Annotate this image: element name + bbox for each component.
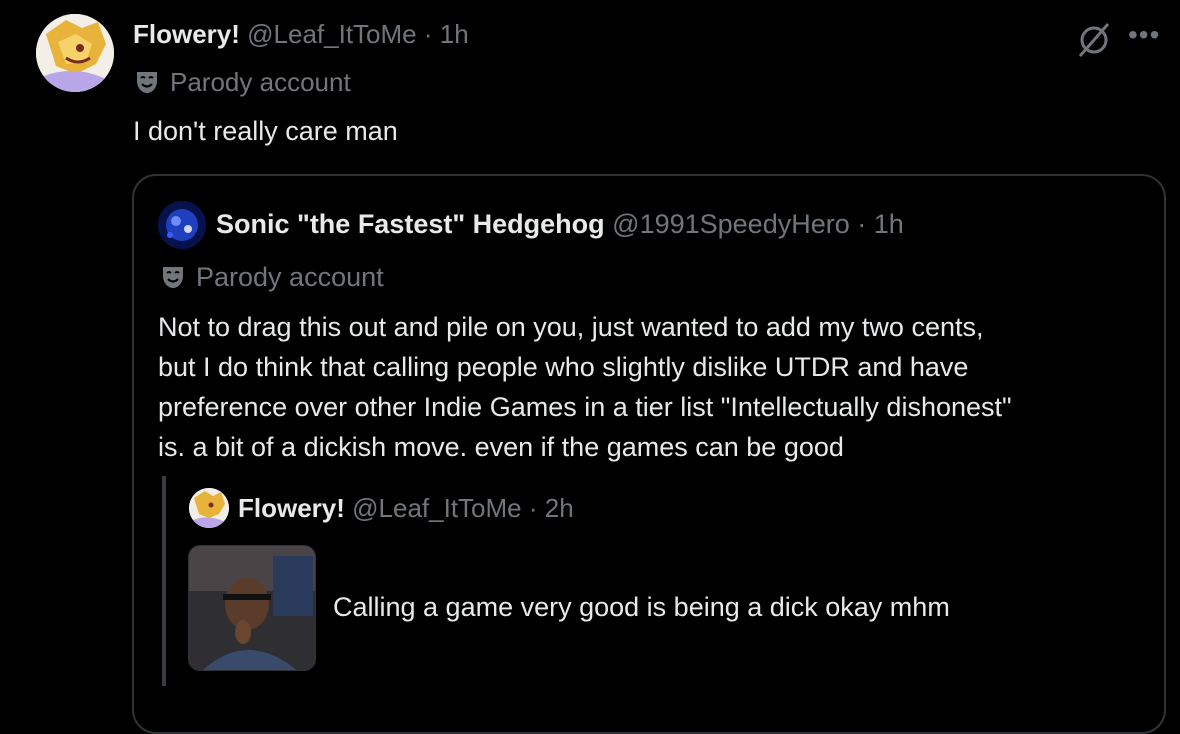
quoted-text-line: is. a bit of a dickish move. even if the… <box>158 432 844 462</box>
nested-post-header: Flowery! @Leaf_ItToMe · 2h <box>238 490 574 526</box>
quoted-text-line: Not to drag this out and pile on you, ju… <box>158 312 984 342</box>
nested-avatar-image <box>189 488 229 528</box>
separator: · <box>528 493 538 523</box>
theater-mask-icon <box>137 72 157 93</box>
quoted-avatar-image <box>158 201 206 249</box>
quoted-text-line: preference over other Indie Games in a t… <box>158 392 1012 422</box>
badge-label: Parody account <box>170 67 351 97</box>
parody-badge: Parody account <box>134 65 351 99</box>
quoted-timestamp[interactable]: 1h <box>874 209 904 239</box>
author-handle[interactable]: @Leaf_ItToMe <box>247 19 416 49</box>
nested-author-handle[interactable]: @Leaf_ItToMe <box>352 493 521 523</box>
nested-author-name[interactable]: Flowery! <box>238 493 345 523</box>
timestamp[interactable]: 1h <box>440 19 469 49</box>
author-name[interactable]: Flowery! <box>133 19 240 49</box>
quoted-author-name[interactable]: Sonic "the Fastest" Hedgehog <box>216 209 605 239</box>
theater-mask-icon <box>163 267 183 288</box>
media-thumbnail[interactable] <box>188 545 316 671</box>
avatar[interactable] <box>36 14 114 92</box>
quoted-post-header: Sonic "the Fastest" Hedgehog @1991Speedy… <box>216 206 904 242</box>
post-text: I don't really care man <box>133 116 398 146</box>
nested-timestamp[interactable]: 2h <box>545 493 574 523</box>
badge-label: Parody account <box>196 262 384 292</box>
thumbnail-image <box>189 546 315 670</box>
nested-avatar[interactable] <box>189 488 229 528</box>
quoted-post-text: Not to drag this out and pile on you, ju… <box>158 307 1148 467</box>
post-header: Flowery! @Leaf_ItToMe · 1h <box>133 16 469 52</box>
avatar-image <box>36 14 114 92</box>
grok-icon[interactable] <box>1074 22 1114 58</box>
separator: · <box>423 19 433 49</box>
quoted-author-handle[interactable]: @1991SpeedyHero <box>612 209 850 239</box>
more-options-icon[interactable]: ••• <box>1128 20 1168 56</box>
quoted-text-line: but I do think that calling people who s… <box>158 352 969 382</box>
quoted-avatar[interactable] <box>158 201 206 249</box>
nested-post-text: Calling a game very good is being a dick… <box>333 592 950 622</box>
separator: · <box>857 209 867 239</box>
quoted-parody-badge: Parody account <box>160 260 384 294</box>
thread-line <box>162 476 166 686</box>
